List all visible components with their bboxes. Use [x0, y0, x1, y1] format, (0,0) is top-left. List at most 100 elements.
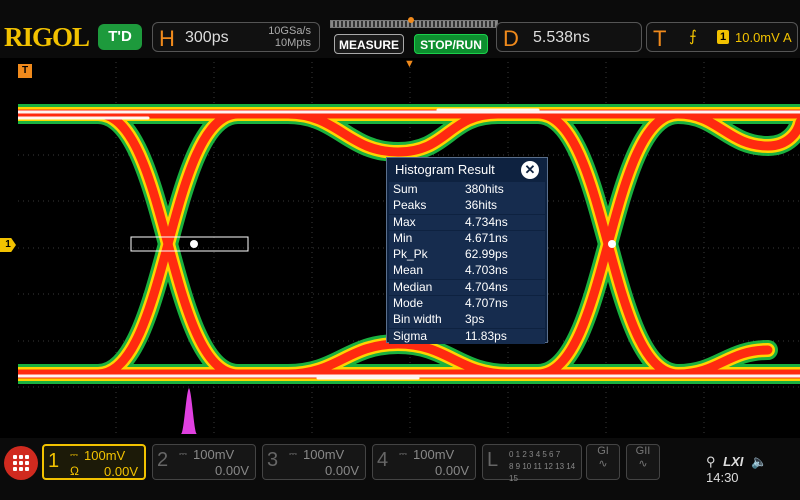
- trigger-position-dot: [408, 17, 414, 23]
- impedance-icon: Ω: [70, 464, 79, 478]
- logic-bits: 0 1 2 3 4 5 6 7 8 9 10 11 12 13 14 15: [509, 449, 581, 485]
- home-menu-button[interactable]: [4, 446, 38, 480]
- row-value: 4.671ns: [465, 230, 508, 245]
- row-value: 3ps: [465, 312, 485, 327]
- trigger-mode: A: [783, 30, 792, 45]
- histogram-row: Mode 4.707ns: [389, 295, 545, 312]
- horizontal-timebase-box[interactable]: H 300ps 10GSa/s 10Mpts: [152, 22, 320, 52]
- dc-coupling-icon: ⎓: [289, 449, 297, 460]
- sample-rate: 10GSa/s: [268, 25, 311, 37]
- generator-2-label: GII: [635, 445, 651, 457]
- measure-button[interactable]: MEASURE: [334, 34, 404, 54]
- grid-menu-icon: [13, 455, 29, 471]
- channel-4-number: 4: [377, 449, 389, 471]
- dc-coupling-icon: ⎓: [70, 450, 78, 461]
- histogram-row: Bin width 3ps: [389, 312, 545, 328]
- trigger-level: 10.0mV: [735, 30, 780, 45]
- histogram-row: Peaks 36hits: [389, 198, 545, 214]
- histogram-plot: [181, 388, 197, 434]
- row-value: 4.704ns: [465, 279, 508, 294]
- row-value: 36hits: [465, 198, 498, 213]
- histogram-row: Median 4.704ns: [389, 279, 545, 296]
- timebase-value: 300ps: [185, 29, 229, 46]
- row-value: 4.707ns: [465, 295, 508, 310]
- channel-3-box[interactable]: 3 ⎓ 100mV 0.00V: [262, 444, 366, 480]
- channel-2-offset: 0.00V: [215, 463, 249, 478]
- histogram-row: Pk_Pk 62.99ps: [389, 247, 545, 263]
- histogram-row: Sigma 11.83ps: [389, 328, 545, 345]
- rigol-logo: RIGOL: [4, 22, 90, 52]
- channel-2-scale: 100mV: [193, 447, 235, 462]
- bottom-bar: 1 ⎓ 100mV Ω 0.00V 2 ⎓ 100mV 0.00V 3 ⎓ 10…: [0, 438, 800, 500]
- channel-3-number: 3: [267, 449, 279, 471]
- delay-box[interactable]: D 5.538ns: [496, 22, 642, 52]
- top-bar: RIGOL T'D H 300ps 10GSa/s 10Mpts MEASURE…: [0, 0, 800, 58]
- histogram-row: Mean 4.703ns: [389, 263, 545, 280]
- channel-2-box[interactable]: 2 ⎓ 100mV 0.00V: [152, 444, 256, 480]
- histogram-row: Max 4.734ns: [389, 214, 545, 231]
- channel-1-number: 1: [48, 450, 60, 472]
- run-state-badge[interactable]: T'D: [98, 24, 142, 50]
- status-area: ⚲ LXI 🔈 14:30: [706, 454, 800, 485]
- trigger-position-marker: ▼: [404, 58, 415, 70]
- trigger-level-marker[interactable]: T: [18, 64, 32, 78]
- logic-bits-row-1: 0 1 2 3 4 5 6 7: [509, 450, 561, 459]
- sample-rate-info: 10GSa/s 10Mpts: [268, 25, 311, 49]
- histogram-row: Sum 380hits: [389, 182, 545, 198]
- memory-position-bar: [330, 20, 498, 28]
- logic-label: L: [487, 449, 499, 471]
- row-key: Mode: [393, 295, 424, 310]
- row-value: 4.703ns: [465, 263, 508, 278]
- row-key: Median: [393, 279, 433, 294]
- histogram-title: Histogram Result: [395, 162, 495, 177]
- channel-3-scale: 100mV: [303, 447, 345, 462]
- channel-2-number: 2: [157, 449, 169, 471]
- histogram-table: Sum 380hits Peaks 36hits Max 4.734ns Min 4.6…: [389, 182, 545, 345]
- row-key: Max: [393, 214, 416, 229]
- usb-icon: ⚲: [706, 454, 716, 469]
- sine-wave-icon: ∿: [638, 458, 648, 470]
- row-key: Min: [393, 230, 413, 245]
- row-value: 380hits: [465, 182, 504, 196]
- trigger-label: T: [653, 26, 667, 51]
- sound-icon[interactable]: 🔈: [751, 454, 767, 469]
- row-value: 4.734ns: [465, 214, 508, 229]
- logic-bits-row-2: 8 9 10 11 12 13 14 15: [509, 462, 576, 483]
- dc-coupling-icon: ⎓: [179, 449, 187, 460]
- channel-1-box[interactable]: 1 ⎓ 100mV Ω 0.00V: [42, 444, 146, 480]
- trigger-source: 1: [717, 30, 729, 44]
- row-key: Mean: [393, 263, 424, 278]
- channel-1-offset: 0.00V: [104, 464, 138, 479]
- channel-4-scale: 100mV: [413, 447, 455, 462]
- dc-coupling-icon: ⎓: [399, 449, 407, 460]
- clock-time: 14:30: [706, 470, 739, 485]
- sine-wave-icon: ∿: [598, 458, 608, 470]
- delay-value: 5.538ns: [533, 29, 590, 46]
- row-key: Sum: [393, 182, 418, 196]
- delay-label: D: [503, 26, 519, 51]
- generator-2-button[interactable]: GII ∿: [626, 444, 660, 480]
- trigger-box[interactable]: T ⨍ 1 10.0mV A: [646, 22, 798, 52]
- row-key: Sigma: [393, 328, 428, 343]
- channel-4-box[interactable]: 4 ⎓ 100mV 0.00V: [372, 444, 476, 480]
- histogram-window[interactable]: [130, 236, 249, 252]
- histogram-result-panel[interactable]: Histogram Result ✕ Sum 380hits Peaks 36hit…: [386, 157, 548, 345]
- channel-3-offset: 0.00V: [325, 463, 359, 478]
- rising-edge-icon: ⨍: [689, 28, 697, 45]
- row-key: Pk_Pk: [393, 247, 428, 262]
- row-value: 62.99ps: [465, 247, 508, 262]
- memory-depth: 10Mpts: [274, 37, 311, 49]
- row-key: Peaks: [393, 198, 427, 213]
- lxi-icon: LXI: [723, 454, 744, 469]
- generator-1-button[interactable]: GI ∿: [586, 444, 620, 480]
- channel-1-scale: 100mV: [84, 448, 126, 463]
- channel-4-offset: 0.00V: [435, 463, 469, 478]
- logic-analyzer-box[interactable]: L 0 1 2 3 4 5 6 7 8 9 10 11 12 13 14 15: [482, 444, 582, 483]
- ch1-offset-marker[interactable]: 1: [0, 238, 16, 252]
- stop-run-button[interactable]: STOP/RUN: [414, 34, 488, 54]
- row-key: Bin width: [393, 312, 442, 327]
- close-icon[interactable]: ✕: [521, 161, 539, 179]
- row-value: 11.83ps: [465, 328, 507, 343]
- horizontal-label: H: [159, 26, 175, 51]
- histogram-row: Min 4.671ns: [389, 230, 545, 247]
